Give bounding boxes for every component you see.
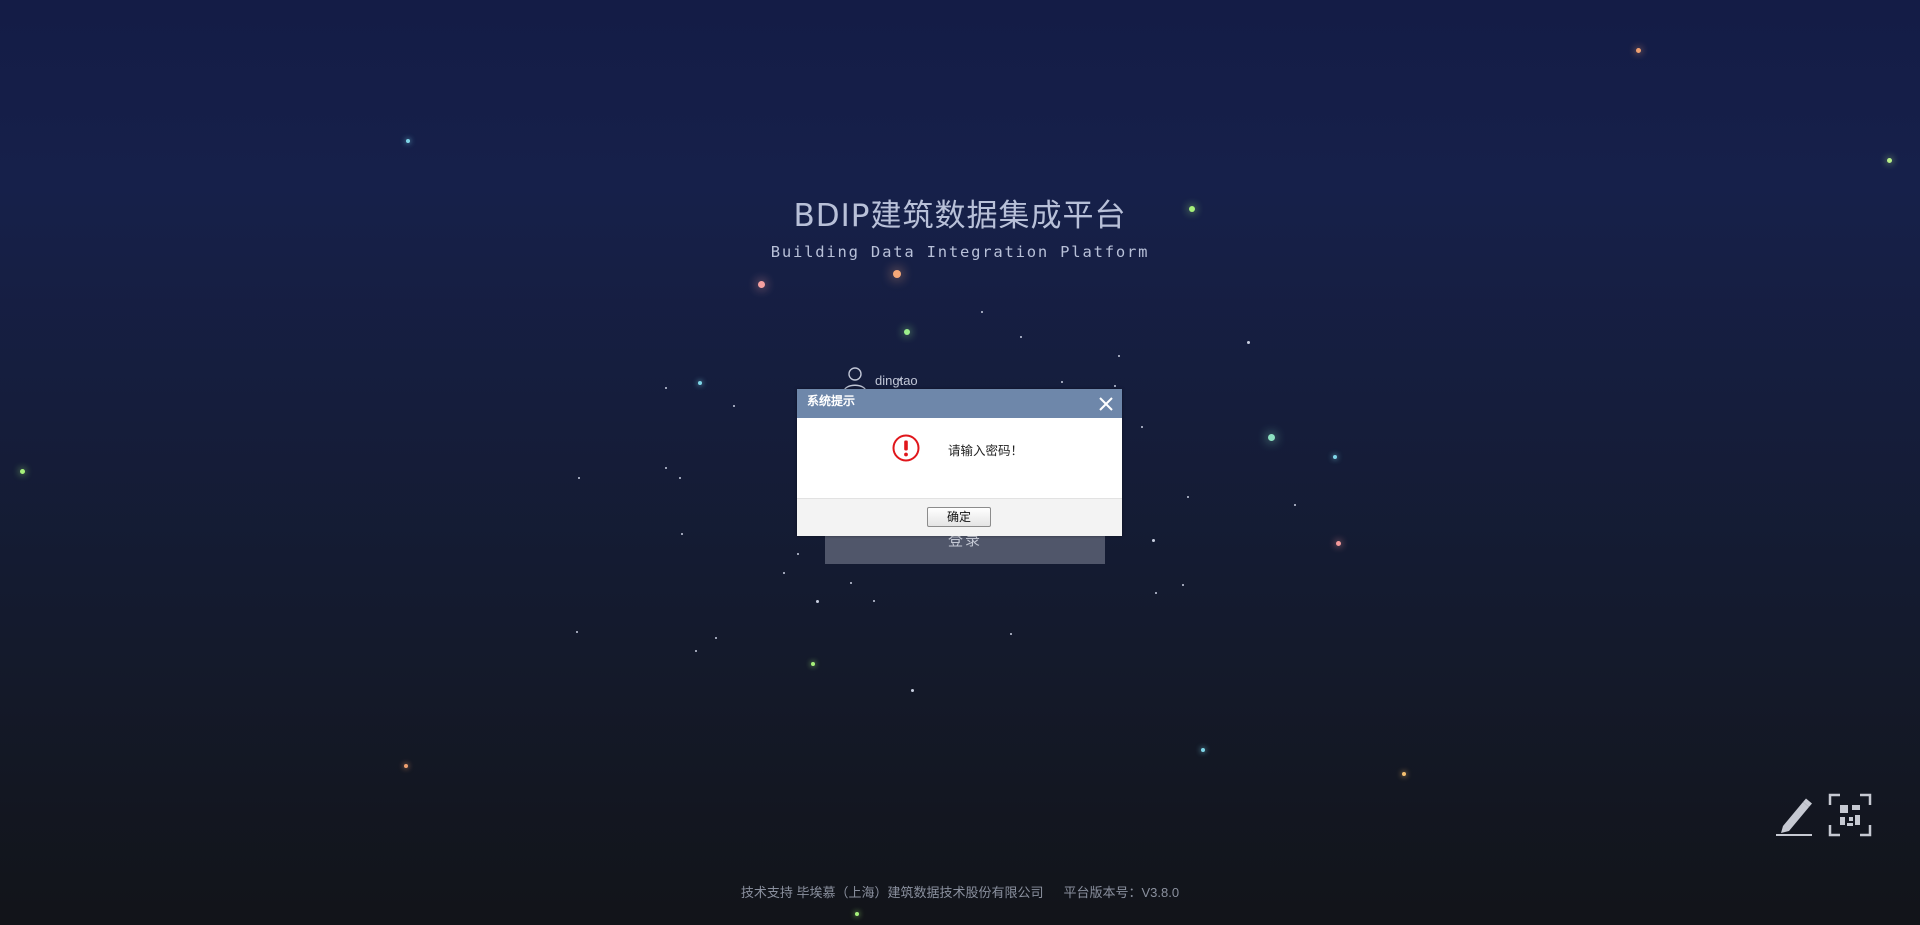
star-particle (715, 637, 717, 639)
star-particle (1010, 633, 1012, 635)
footer: 技术支持 毕埃慕（上海）建筑数据技术股份有限公司 平台版本号：V3.8.0 (0, 882, 1920, 901)
star-particle (733, 405, 735, 407)
dialog-message: 请输入密码！ (948, 444, 1024, 458)
star-particle (1335, 540, 1341, 546)
star-particle (1402, 772, 1406, 776)
star-particle (578, 477, 580, 479)
star-particle (1141, 426, 1143, 428)
close-icon[interactable] (1097, 395, 1115, 413)
dialog-header: 系统提示 (797, 389, 1122, 418)
platform-subtitle: Building Data Integration Platform (770, 243, 1150, 261)
star-particle (698, 381, 702, 385)
ok-button[interactable]: 确定 (927, 507, 991, 527)
star-particle (1020, 336, 1022, 338)
star-particle (904, 329, 910, 335)
system-alert-dialog: 系统提示 请输入密码！ 确定 (797, 389, 1122, 536)
star-particle (1886, 157, 1892, 163)
star-particle (1114, 385, 1116, 387)
star-particle (893, 270, 901, 278)
star-particle (855, 912, 859, 916)
star-particle (1187, 496, 1189, 498)
star-particle (681, 533, 683, 535)
footer-version-text: 平台版本号：V3.8.0 (1063, 885, 1180, 900)
star-particle (406, 139, 410, 143)
star-particle (679, 477, 681, 479)
star-particle (404, 764, 408, 768)
star-particle (1182, 584, 1184, 586)
star-particle (1294, 504, 1296, 506)
username-value: dingtao (875, 373, 918, 388)
star-particle (1635, 47, 1641, 53)
star-particle (665, 467, 667, 469)
star-particle (1267, 433, 1275, 441)
star-particle (1155, 592, 1157, 594)
star-particle (1118, 355, 1120, 357)
star-particle (1246, 340, 1250, 344)
star-particle (757, 280, 765, 288)
title-block: BDIP建筑数据集成平台 Building Data Integration P… (0, 190, 1920, 261)
star-particle (850, 582, 852, 584)
star-particle (873, 600, 875, 602)
pen-icon[interactable] (1775, 794, 1813, 836)
star-particle (910, 688, 914, 692)
star-particle (981, 311, 983, 313)
dialog-body: 请输入密码！ (797, 418, 1122, 498)
star-particle (19, 468, 25, 474)
footer-support-text: 技术支持 毕埃慕（上海）建筑数据技术股份有限公司 (740, 885, 1044, 900)
star-particle (695, 650, 697, 652)
platform-title: BDIP建筑数据集成平台 (793, 198, 1127, 234)
star-particle (1333, 455, 1337, 459)
alert-icon (892, 434, 920, 462)
star-particle (1061, 381, 1063, 383)
dialog-footer: 确定 (797, 498, 1122, 536)
login-button[interactable]: 登录 (825, 533, 1105, 564)
star-particle (811, 662, 815, 666)
qr-code-scan-icon[interactable] (1828, 793, 1872, 837)
star-particle (797, 553, 799, 555)
star-particle (783, 572, 785, 574)
star-particle (576, 631, 578, 633)
star-particle (1201, 748, 1205, 752)
dialog-title: 系统提示 (807, 394, 856, 408)
star-particle (665, 387, 667, 389)
star-particle (815, 599, 819, 603)
star-particle (1151, 538, 1155, 542)
